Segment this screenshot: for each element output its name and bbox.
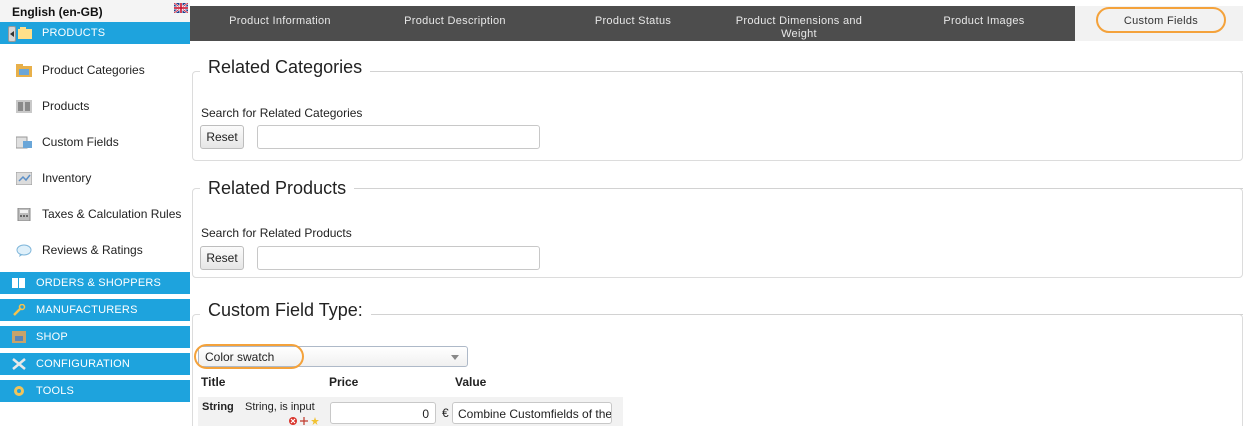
- related-categories-search-label: Search for Related Categories: [201, 106, 363, 120]
- related-products-search-label: Search for Related Products: [201, 226, 352, 240]
- inventory-icon: [16, 172, 32, 185]
- sidebar-item-label: Reviews & Ratings: [42, 243, 143, 257]
- sidebar-section-label: CONFIGURATION: [36, 358, 131, 370]
- tab-highlight-annotation: [1096, 7, 1226, 33]
- related-products-reset-button[interactable]: Reset: [200, 246, 244, 270]
- price-input[interactable]: 0: [330, 402, 436, 424]
- products-icon: [16, 100, 32, 113]
- row-title: String: [202, 401, 234, 413]
- orders-icon: [12, 278, 25, 288]
- sidebar-section-shop[interactable]: SHOP: [0, 326, 190, 348]
- column-header-price: Price: [329, 375, 359, 389]
- sidebar-header-products[interactable]: PRODUCTS: [0, 22, 190, 44]
- table-row: String String, is input 0 € Combine Cust…: [198, 397, 623, 426]
- related-products-search-input[interactable]: [257, 246, 540, 270]
- related-products-heading: Related Products: [200, 178, 355, 199]
- sidebar-item-label: Custom Fields: [42, 135, 119, 149]
- shop-icon: [12, 331, 26, 343]
- sidebar-section-manufacturers[interactable]: MANUFACTURERS: [0, 299, 190, 321]
- chevron-down-icon: [451, 355, 459, 360]
- sidebar-section-orders[interactable]: ORDERS & SHOPPERS: [0, 272, 190, 294]
- custom-fields-icon: [16, 136, 32, 149]
- sidebar-item-taxes[interactable]: Taxes & Calculation Rules: [0, 196, 190, 232]
- sidebar-section-label: MANUFACTURERS: [36, 304, 138, 316]
- folder-icon: [16, 64, 32, 77]
- related-categories-reset-button[interactable]: Reset: [200, 125, 244, 149]
- column-header-title: Title: [201, 375, 226, 389]
- uk-flag-icon: [174, 3, 188, 13]
- currency-symbol: €: [442, 406, 449, 420]
- legend-divider: [360, 71, 1243, 72]
- tab-product-status[interactable]: Product Status: [588, 15, 678, 28]
- sidebar-item-label: Products: [42, 99, 90, 113]
- language-label: English (en-GB): [12, 5, 103, 19]
- tab-product-description[interactable]: Product Description: [396, 15, 514, 28]
- sidebar-section-label: TOOLS: [36, 385, 75, 397]
- legend-divider: [368, 314, 1243, 315]
- sidebar-section-label: ORDERS & SHOPPERS: [36, 277, 162, 289]
- value-text: Combine Customfields of the: [458, 407, 612, 421]
- collapse-sidebar-button[interactable]: [8, 26, 16, 42]
- related-categories-heading: Related Categories: [200, 57, 371, 78]
- value-input[interactable]: Combine Customfields of the: [452, 402, 612, 424]
- sidebar-item-label: Product Categories: [42, 63, 145, 77]
- custom-field-type-heading: Custom Field Type:: [200, 300, 371, 321]
- main-content: Related Categories Search for Related Ca…: [190, 41, 1243, 426]
- column-header-value: Value: [455, 375, 487, 389]
- sidebar-item-label: Inventory: [42, 171, 92, 185]
- legend-divider: [350, 188, 1243, 189]
- sidebar-item-custom-fields[interactable]: Custom Fields: [0, 124, 190, 160]
- select-highlight-annotation: [194, 344, 304, 369]
- sidebar-item-label: Taxes & Calculation Rules: [42, 207, 182, 221]
- sidebar-item-products[interactable]: Products: [0, 88, 190, 124]
- tools-icon: [14, 386, 24, 396]
- speech-bubble-icon: [16, 244, 32, 257]
- wrench-icon: [13, 304, 26, 316]
- star-icon[interactable]: [311, 417, 319, 425]
- sidebar-item-inventory[interactable]: Inventory: [0, 160, 190, 196]
- sidebar-item-reviews[interactable]: Reviews & Ratings: [0, 232, 190, 268]
- price-value: 0: [422, 407, 429, 421]
- configuration-icon: [12, 358, 26, 370]
- tab-product-images[interactable]: Product Images: [938, 15, 1030, 28]
- sidebar-section-label: SHOP: [36, 331, 68, 343]
- tab-product-dimensions[interactable]: Product Dimensions and Weight: [734, 15, 864, 41]
- sidebar-header-label: PRODUCTS: [42, 27, 106, 39]
- sidebar-section-configuration[interactable]: CONFIGURATION: [0, 353, 190, 375]
- sidebar-section-tools[interactable]: TOOLS: [0, 380, 190, 402]
- move-icon[interactable]: [300, 417, 308, 425]
- sidebar: English (en-GB) PRODUCTS Product Categor…: [0, 0, 190, 426]
- related-categories-search-input[interactable]: [257, 125, 540, 149]
- products-header-icon: [18, 27, 32, 39]
- calculator-icon: [17, 208, 31, 221]
- tab-product-information[interactable]: Product Information: [222, 15, 338, 28]
- language-selector[interactable]: English (en-GB): [0, 0, 190, 22]
- row-description: String, is input: [245, 401, 315, 413]
- delete-icon[interactable]: [289, 417, 297, 425]
- sidebar-item-product-categories[interactable]: Product Categories: [0, 52, 190, 88]
